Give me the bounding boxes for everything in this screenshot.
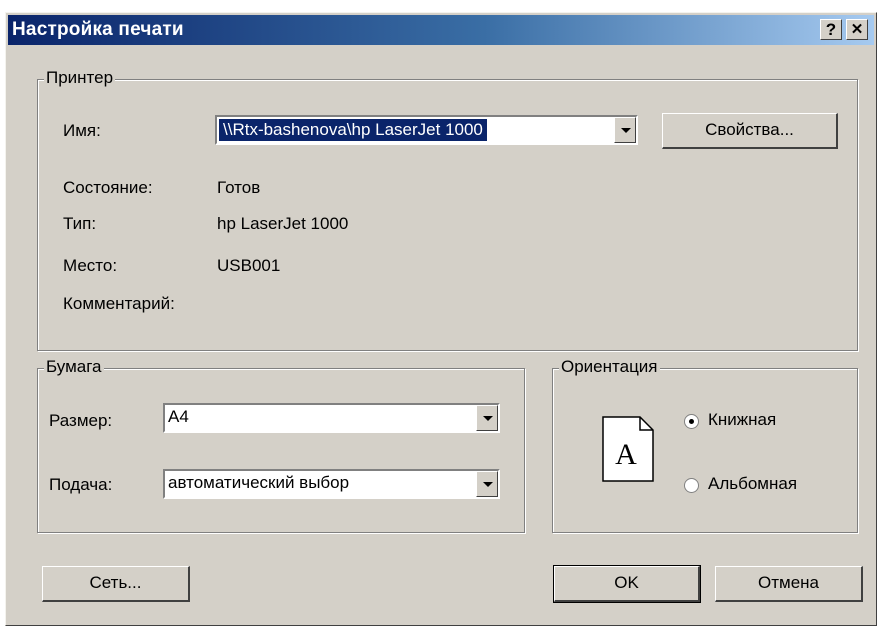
network-button[interactable]: Сеть... — [42, 566, 190, 602]
paper-group-label: Бумага — [44, 357, 104, 377]
ok-button[interactable]: OK — [553, 565, 701, 603]
paper-size-label: Размер: — [49, 411, 113, 430]
printer-name-label: Имя: — [63, 121, 101, 140]
status-value: Готов — [217, 178, 261, 197]
portrait-radio[interactable] — [684, 414, 699, 429]
printer-name-select[interactable]: \\Rtx-bashenova\hp LaserJet 1000 — [215, 115, 638, 145]
paper-source-label: Подача: — [49, 475, 113, 494]
printer-group-label: Принтер — [44, 68, 116, 88]
type-value: hp LaserJet 1000 — [217, 214, 349, 233]
orientation-group-label: Ориентация — [559, 357, 660, 377]
chevron-down-icon[interactable] — [476, 471, 498, 497]
comment-label: Комментарий: — [63, 294, 175, 313]
page-icon-letter: A — [615, 438, 637, 471]
title-bar[interactable]: Настройка печати ? ✕ — [8, 15, 874, 45]
orientation-group: Ориентация — [552, 357, 858, 533]
paper-size-value: A4 — [168, 407, 189, 426]
close-button[interactable]: ✕ — [846, 19, 868, 40]
paper-group: Бумага — [37, 357, 525, 533]
help-button[interactable]: ? — [820, 19, 842, 40]
paper-size-select[interactable]: A4 — [163, 403, 500, 433]
print-setup-dialog: Настройка печати ? ✕ Принтер Имя: \\Rtx-… — [5, 12, 877, 626]
portrait-label[interactable]: Книжная — [708, 410, 776, 430]
properties-button[interactable]: Свойства... — [662, 113, 838, 149]
paper-source-value: автоматический выбор — [168, 473, 350, 492]
paper-source-select[interactable]: автоматический выбор — [163, 469, 500, 499]
window-title: Настройка печати — [12, 19, 184, 40]
landscape-label[interactable]: Альбомная — [708, 474, 797, 494]
chevron-down-icon[interactable] — [614, 117, 636, 143]
cancel-button[interactable]: Отмена — [715, 566, 863, 602]
portrait-page-icon: A — [602, 416, 654, 482]
chevron-down-icon[interactable] — [476, 405, 498, 431]
location-label: Место: — [63, 256, 118, 275]
status-label: Состояние: — [63, 178, 153, 197]
type-label: Тип: — [63, 214, 97, 233]
landscape-radio[interactable] — [684, 478, 699, 493]
printer-name-value: \\Rtx-bashenova\hp LaserJet 1000 — [219, 119, 487, 141]
location-value: USB001 — [217, 256, 281, 275]
